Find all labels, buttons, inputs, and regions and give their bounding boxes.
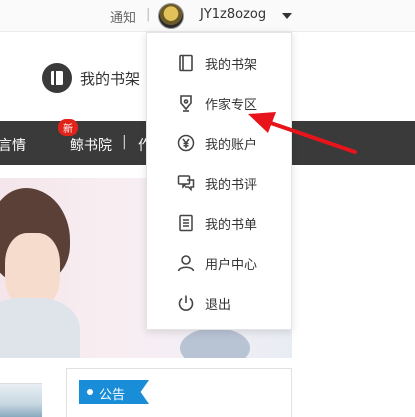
menu-item-my-reviews[interactable]: 我的书评 xyxy=(147,163,291,203)
menu-item-my-account[interactable]: 我的账户 xyxy=(147,123,291,163)
book-icon xyxy=(177,54,195,72)
username-link[interactable]: JY1z8ozog xyxy=(200,7,266,22)
notice-tab-label: 公告 xyxy=(99,388,126,403)
book-icon xyxy=(42,63,72,93)
book-cover-thumbnail[interactable] xyxy=(0,383,42,417)
nav-item-academy[interactable]: 鲸书院 新 xyxy=(58,119,112,155)
nav-item-romance[interactable]: 言情 xyxy=(0,135,26,155)
power-icon xyxy=(177,294,195,312)
bullet-dot-icon xyxy=(87,389,93,395)
pen-icon xyxy=(177,94,195,112)
chevron-down-icon[interactable] xyxy=(282,13,292,19)
menu-item-label: 退出 xyxy=(205,297,232,313)
banner-figure-shirt xyxy=(0,298,80,358)
yuan-icon xyxy=(177,134,195,152)
notification-link[interactable]: 通知 xyxy=(110,7,136,26)
user-dropdown-menu: 我的书架 作家专区 我的账户 我的书评 我的书单 用户中心 退出 xyxy=(146,32,292,330)
notice-tab[interactable]: 公告 xyxy=(79,380,149,404)
menu-item-my-bookshelf[interactable]: 我的书架 xyxy=(147,43,291,83)
nav-item-academy-label: 鲸书院 xyxy=(70,138,112,154)
menu-item-label: 作家专区 xyxy=(205,97,258,113)
new-badge: 新 xyxy=(58,119,78,136)
menu-item-label: 我的书架 xyxy=(205,57,258,73)
bookshelf-label: 我的书架 xyxy=(80,69,141,88)
menu-item-author-zone[interactable]: 作家专区 xyxy=(147,83,291,123)
user-icon xyxy=(177,254,195,272)
avatar[interactable] xyxy=(158,3,184,29)
top-bar: 通知 | JY1z8ozog xyxy=(0,0,415,32)
list-icon xyxy=(177,214,195,232)
bookshelf-button[interactable]: 我的书架 xyxy=(42,63,140,93)
menu-item-label: 用户中心 xyxy=(205,257,258,273)
topbar-separator: | xyxy=(146,7,151,22)
menu-item-user-center[interactable]: 用户中心 xyxy=(147,243,291,283)
menu-item-label: 我的书单 xyxy=(205,217,258,233)
menu-item-label: 我的书评 xyxy=(205,177,258,193)
banner-figure-2 xyxy=(180,328,250,358)
menu-item-label: 我的账户 xyxy=(205,137,258,153)
menu-item-my-booklist[interactable]: 我的书单 xyxy=(147,203,291,243)
menu-item-logout[interactable]: 退出 xyxy=(147,283,291,323)
banner-figure-face xyxy=(5,233,60,308)
nav-separator: | xyxy=(122,134,127,150)
comment-icon xyxy=(177,174,195,192)
